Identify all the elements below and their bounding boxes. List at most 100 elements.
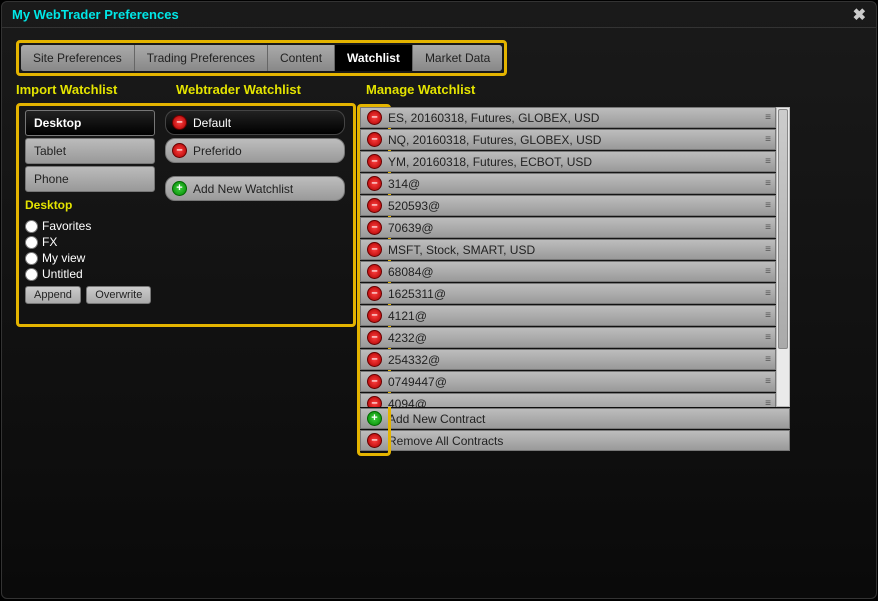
minus-icon: – <box>367 433 382 448</box>
overwrite-button[interactable]: Overwrite <box>86 286 151 304</box>
contract-label: 0749447@ <box>388 375 447 389</box>
contract-label: 254332@ <box>388 353 440 367</box>
contract-row[interactable]: –68084@ ≡ <box>360 261 776 282</box>
drag-handle-icon[interactable]: ≡ <box>765 332 769 343</box>
contract-row[interactable]: –NQ, 20160318, Futures, GLOBEX, USD≡ <box>360 129 776 150</box>
device-phone[interactable]: Phone <box>25 166 155 192</box>
minus-icon[interactable]: – <box>367 374 382 389</box>
minus-icon[interactable]: – <box>367 242 382 257</box>
tab-market-data[interactable]: Market Data <box>413 45 502 71</box>
remove-all-button[interactable]: – Remove All Contracts <box>360 430 790 451</box>
contract-row[interactable]: –4232@ ≡ <box>360 327 776 348</box>
drag-handle-icon[interactable]: ≡ <box>765 134 769 145</box>
tab-bar: Site PreferencesTrading PreferencesConte… <box>21 45 502 71</box>
tab-watchlist[interactable]: Watchlist <box>335 45 413 71</box>
device-desktop[interactable]: Desktop <box>25 110 155 136</box>
tab-content[interactable]: Content <box>268 45 335 71</box>
contract-scrollbar[interactable] <box>776 107 790 407</box>
contract-row[interactable]: –254332@ ≡ <box>360 349 776 370</box>
drag-handle-icon[interactable]: ≡ <box>765 222 769 233</box>
view-radio[interactable] <box>25 252 38 265</box>
minus-icon[interactable]: – <box>367 308 382 323</box>
drag-handle-icon[interactable]: ≡ <box>765 288 769 299</box>
contract-label: 4232@ <box>388 331 427 345</box>
view-option-fx[interactable]: FX <box>25 234 155 250</box>
minus-icon[interactable]: – <box>367 110 382 125</box>
watchlist-item-label: Add New Watchlist <box>193 182 293 196</box>
contract-label: 4121@ <box>388 309 427 323</box>
minus-icon: – <box>172 143 187 158</box>
tabs-highlight-box: Site PreferencesTrading PreferencesConte… <box>16 40 507 76</box>
view-label: FX <box>42 234 57 250</box>
contract-label: 4094@ <box>388 397 427 408</box>
drag-handle-icon[interactable]: ≡ <box>765 244 769 255</box>
contract-row[interactable]: –70639@ ≡ <box>360 217 776 238</box>
plus-icon: + <box>367 411 382 426</box>
contract-label: 68084@ <box>388 265 434 279</box>
view-label: Untitled <box>42 266 83 282</box>
minus-icon[interactable]: – <box>367 220 382 235</box>
contract-row[interactable]: –314@≡ <box>360 173 776 194</box>
plus-icon: + <box>172 181 187 196</box>
webtrader-watchlist-header: Webtrader Watchlist <box>176 82 366 97</box>
view-radio[interactable] <box>25 268 38 281</box>
tab-trading-preferences[interactable]: Trading Preferences <box>135 45 268 71</box>
view-radio[interactable] <box>25 236 38 249</box>
contract-list: –ES, 20160318, Futures, GLOBEX, USD≡–NQ,… <box>360 107 776 407</box>
manage-watchlist-header: Manage Watchlist <box>366 82 862 97</box>
drag-handle-icon[interactable]: ≡ <box>765 376 769 387</box>
minus-icon[interactable]: – <box>367 352 382 367</box>
minus-icon[interactable]: – <box>367 154 382 169</box>
contract-row[interactable]: –0749447@ ≡ <box>360 371 776 392</box>
add-contract-button[interactable]: + Add New Contract <box>360 408 790 429</box>
minus-icon[interactable]: – <box>367 264 382 279</box>
view-option-my-view[interactable]: My view <box>25 250 155 266</box>
contract-row[interactable]: –YM, 20160318, Futures, ECBOT, USD ≡ <box>360 151 776 172</box>
watchlist-item[interactable]: –Preferido <box>165 138 345 163</box>
close-icon[interactable]: ✖ <box>853 5 866 25</box>
device-list: DesktopTabletPhone <box>25 110 155 192</box>
minus-icon: – <box>172 115 187 130</box>
minus-icon[interactable]: – <box>367 286 382 301</box>
drag-handle-icon[interactable]: ≡ <box>765 112 769 123</box>
add-contract-label: Add New Contract <box>388 412 485 426</box>
dialog-title: My WebTrader Preferences <box>12 7 179 22</box>
contract-label: 1625311@ <box>388 287 446 301</box>
view-option-untitled[interactable]: Untitled <box>25 266 155 282</box>
drag-handle-icon[interactable]: ≡ <box>765 310 769 321</box>
drag-handle-icon[interactable]: ≡ <box>765 266 769 277</box>
remove-all-label: Remove All Contracts <box>388 434 503 448</box>
minus-icon[interactable]: – <box>367 198 382 213</box>
import-highlight-box: DesktopTabletPhone Desktop FavoritesFXMy… <box>16 103 356 451</box>
contract-label: YM, 20160318, Futures, ECBOT, USD <box>388 155 592 169</box>
view-label: My view <box>42 250 85 266</box>
watchlist-item[interactable]: + Add New Watchlist <box>165 176 345 201</box>
drag-handle-icon[interactable]: ≡ <box>765 354 769 365</box>
minus-icon[interactable]: – <box>367 396 382 407</box>
drag-handle-icon[interactable]: ≡ <box>765 398 769 407</box>
device-tablet[interactable]: Tablet <box>25 138 155 164</box>
drag-handle-icon[interactable]: ≡ <box>765 178 769 189</box>
watchlist-item[interactable]: –Default <box>165 110 345 135</box>
contract-row[interactable]: –4094@ ≡ <box>360 393 776 407</box>
contract-label: 70639@ <box>388 221 434 235</box>
watchlist-item-label: Default <box>193 116 231 130</box>
minus-icon[interactable]: – <box>367 176 382 191</box>
append-button[interactable]: Append <box>25 286 81 304</box>
drag-handle-icon[interactable]: ≡ <box>765 156 769 167</box>
contract-row[interactable]: –ES, 20160318, Futures, GLOBEX, USD≡ <box>360 107 776 128</box>
minus-icon[interactable]: – <box>367 330 382 345</box>
contract-row[interactable]: –1625311@ ≡ <box>360 283 776 304</box>
minus-icon[interactable]: – <box>367 132 382 147</box>
contract-row[interactable]: –MSFT, Stock, SMART, USD≡ <box>360 239 776 260</box>
view-radio[interactable] <box>25 220 38 233</box>
contract-row[interactable]: –4121@ ≡ <box>360 305 776 326</box>
tab-site-preferences[interactable]: Site Preferences <box>21 45 135 71</box>
column-headers: Import Watchlist Webtrader Watchlist Man… <box>16 82 862 103</box>
dialog-body: Site PreferencesTrading PreferencesConte… <box>2 28 876 598</box>
dialog-header: My WebTrader Preferences ✖ <box>2 2 876 28</box>
drag-handle-icon[interactable]: ≡ <box>765 200 769 211</box>
scrollbar-thumb[interactable] <box>778 109 788 349</box>
view-option-favorites[interactable]: Favorites <box>25 218 155 234</box>
contract-row[interactable]: –520593@≡ <box>360 195 776 216</box>
